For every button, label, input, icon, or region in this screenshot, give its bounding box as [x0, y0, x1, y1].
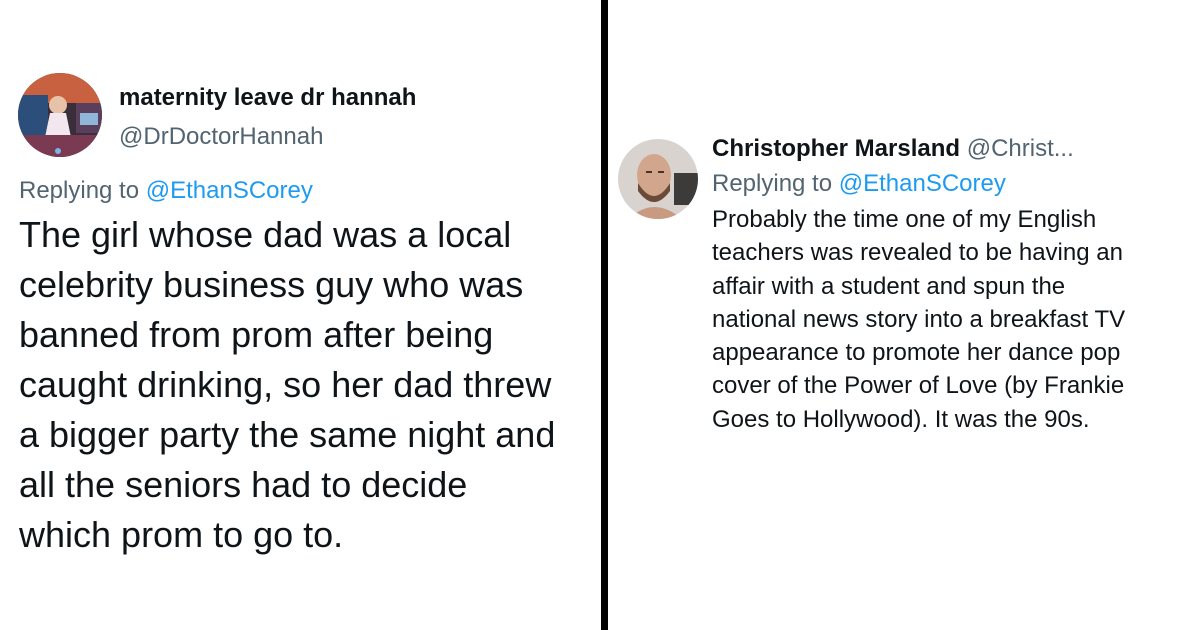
tweet-text: Probably the time one of my English teac… — [712, 203, 1182, 436]
tweet-text: The girl whose dad was a local celebrity… — [19, 210, 609, 560]
tweet-text-line: teachers was revealed to be having an — [712, 239, 1123, 267]
avatar[interactable] — [18, 73, 102, 157]
tweet-text-line: caught drinking, so her dad threw — [19, 364, 552, 405]
screenshot-page: maternity leave dr hannah @DrDoctorHanna… — [0, 0, 1200, 630]
tweet-text-line: celebrity business guy who was — [19, 264, 524, 305]
tweet-text-line: national news story into a breakfast TV — [712, 305, 1126, 333]
tweet-left: maternity leave dr hannah @DrDoctorHanna… — [0, 0, 601, 630]
tweet-text-line: Probably the time one of my English — [712, 206, 1097, 233]
divider — [601, 0, 608, 630]
replying-to: Replying to @EthanSCorey — [19, 177, 313, 205]
mention-link[interactable]: @EthanSCorey — [146, 177, 313, 204]
tweet-text-line: cover of the Power of Love (by Frankie — [712, 372, 1125, 400]
replying-prefix: Replying to — [19, 177, 146, 204]
display-name[interactable]: maternity leave dr hannah — [119, 84, 416, 112]
user-handle[interactable]: @Christ... — [967, 135, 1074, 162]
tweet-text-line: banned from prom after being — [19, 314, 494, 355]
tweet-text-line: The girl whose dad was a local — [19, 214, 512, 255]
tweet-text-line: all the seniors had to decide — [19, 464, 468, 505]
tweet-right: Christopher Marsland @Christ... Replying… — [608, 0, 1200, 630]
profile-photo-icon — [18, 73, 102, 157]
user-handle[interactable]: @DrDoctorHannah — [119, 123, 323, 151]
profile-photo-icon — [618, 139, 698, 219]
tweet-text-line: a bigger party the same night and — [19, 414, 556, 455]
tweet-text-line: appearance to promote her dance pop — [712, 339, 1121, 367]
replying-prefix: Replying to — [712, 170, 839, 197]
tweet-text-line: affair with a student and spun the — [712, 272, 1066, 300]
avatar[interactable] — [618, 139, 698, 219]
mention-link[interactable]: @EthanSCorey — [839, 170, 1006, 197]
tweet-header: Christopher Marsland @Christ... — [712, 135, 1074, 163]
tweet-text-line: which prom to go to. — [19, 514, 344, 555]
tweet-text-line: Goes to Hollywood). It was the 90s. — [712, 405, 1090, 433]
replying-to: Replying to @EthanSCorey — [712, 170, 1006, 198]
display-name[interactable]: Christopher Marsland — [712, 135, 960, 162]
